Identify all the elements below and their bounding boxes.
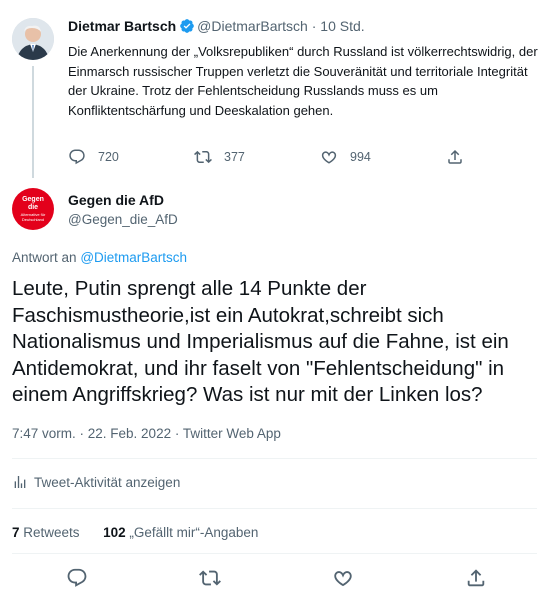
retweet-count: 7 [12, 525, 20, 540]
main-tweet-meta[interactable]: 7:47 vorm. · 22. Feb. 2022 · Twitter Web… [12, 426, 281, 441]
engagement-stats: 7 Retweets 102 „Gefällt mir“-Angaben [12, 525, 258, 540]
parent-author-name[interactable]: Dietmar Bartsch [68, 18, 176, 34]
divider [12, 458, 537, 459]
parent-tweet-time[interactable]: 10 Std. [320, 18, 364, 34]
parent-retweet-button[interactable]: 377 [194, 148, 245, 166]
divider [12, 508, 537, 509]
like-icon [334, 571, 352, 587]
avatar-logo-text-3: Alternative für Deutschland [20, 212, 46, 222]
reply-icon [69, 149, 85, 165]
main-author-handle[interactable]: @Gegen_die_AfD [68, 212, 178, 227]
parent-share-button[interactable] [446, 148, 476, 166]
main-share-button[interactable] [465, 567, 489, 591]
avatar-gegen-die-afd[interactable]: Gegen die Alternative für Deutschland [12, 188, 54, 230]
thread-connector-line [32, 66, 34, 178]
avatar-dietmar-bartsch[interactable] [12, 18, 54, 60]
main-author-name[interactable]: Gegen die AfD [68, 192, 164, 208]
verified-badge-icon [179, 18, 195, 37]
share-icon [467, 569, 485, 587]
like-label: „Gefällt mir“-Angaben [129, 525, 259, 540]
meta-separator: · [311, 18, 317, 34]
avatar-logo-text-2: die [27, 204, 39, 211]
like-count: 102 [103, 525, 126, 540]
avatar-logo-text-1: Gegen [22, 196, 44, 203]
tweet-activity-link[interactable]: Tweet-Aktivität anzeigen [12, 474, 180, 490]
retweet-label: Retweets [23, 525, 80, 540]
replying-to-link[interactable]: @DietmarBartsch [80, 250, 187, 265]
share-icon [448, 149, 462, 164]
retweet-icon [194, 150, 212, 164]
parent-retweet-count: 377 [224, 150, 245, 164]
parent-like-button[interactable]: 994 [320, 148, 371, 166]
parent-reply-count: 720 [98, 150, 119, 164]
replying-prefix: Antwort an [12, 250, 77, 265]
retweets-stat[interactable]: 7 Retweets [12, 525, 80, 540]
main-action-bar [0, 567, 549, 591]
retweet-icon [199, 570, 221, 586]
like-icon [321, 151, 337, 164]
parent-author-handle[interactable]: @DietmarBartsch [197, 18, 308, 34]
replying-to-line: Antwort an @DietmarBartsch [12, 250, 187, 265]
parent-reply-button[interactable]: 720 [68, 148, 119, 166]
main-retweet-button[interactable] [199, 567, 223, 591]
main-reply-button[interactable] [66, 567, 90, 591]
main-tweet-text: Leute, Putin sprengt alle 14 Punkte der … [12, 277, 509, 406]
tweet-activity-label: Tweet-Aktivität anzeigen [34, 474, 181, 490]
parent-action-bar: 720 377 994 [68, 148, 488, 168]
person-photo-icon [12, 18, 54, 60]
reply-icon [67, 568, 87, 587]
likes-stat[interactable]: 102 „Gefällt mir“-Angaben [103, 525, 258, 540]
analytics-icon [14, 476, 26, 488]
parent-tweet-text: Die Anerkennung der „Volksrepubliken“ du… [68, 44, 538, 118]
parent-like-count: 994 [350, 150, 371, 164]
parent-tweet-header: Dietmar Bartsch @DietmarBartsch · 10 Std. [68, 18, 365, 37]
main-like-button[interactable] [332, 567, 356, 591]
divider [12, 553, 537, 554]
